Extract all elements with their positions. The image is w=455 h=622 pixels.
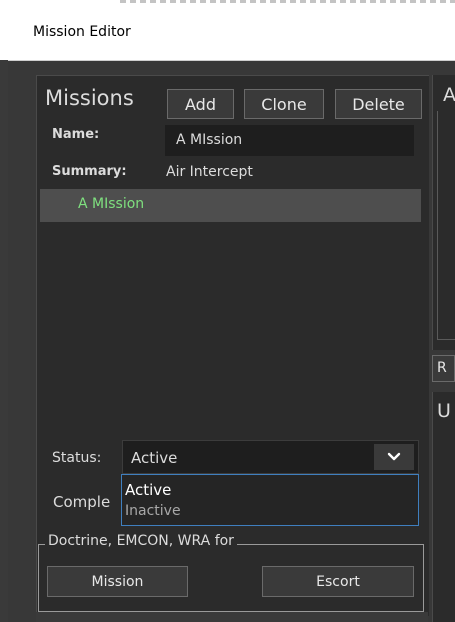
summary-value: Air Intercept [166,164,253,180]
status-dropdown-button[interactable] [374,444,414,470]
right-panel-bottom [432,392,455,622]
status-option-active[interactable]: Active [125,481,171,499]
panel-bottom-strip [36,612,428,622]
status-dropdown-list: Active Inactive [121,474,419,526]
mission-list-item[interactable]: A MIssion [40,189,421,222]
mission-editor-window: Mission Editor Missions Add Clone Delete… [0,0,455,622]
clone-mission-button[interactable]: Clone [244,89,324,119]
doctrine-escort-button[interactable]: Escort [262,566,414,597]
completion-label: Comple [53,493,111,511]
summary-label: Summary: [52,164,127,179]
right-panel-top-list [437,111,455,340]
right-panel-top [432,75,455,350]
window-title: Mission Editor [33,24,131,40]
status-selected-value: Active [131,449,178,467]
status-option-inactive[interactable]: Inactive [125,503,181,519]
doctrine-mission-button[interactable]: Mission [47,566,188,597]
left-edge [0,60,8,622]
doctrine-groupbox-legend: Doctrine, EMCON, WRA for [45,533,237,549]
title-bar-decor [120,0,455,3]
title-bar: Mission Editor [0,0,455,61]
right-panel-bottom-heading: U [437,400,451,422]
delete-mission-button[interactable]: Delete [335,89,422,119]
add-mission-button[interactable]: Add [167,89,234,119]
name-label: Name: [52,127,100,142]
mission-name-field[interactable]: A MIssion [165,125,414,156]
status-label: Status: [52,450,102,466]
mission-list-item-label: A MIssion [78,196,145,212]
status-select[interactable]: Active [122,440,419,474]
right-panel-top-heading: A [443,84,455,106]
right-panel-button[interactable]: R [432,355,455,382]
missions-heading: Missions [45,86,134,110]
chevron-down-icon [387,452,401,461]
